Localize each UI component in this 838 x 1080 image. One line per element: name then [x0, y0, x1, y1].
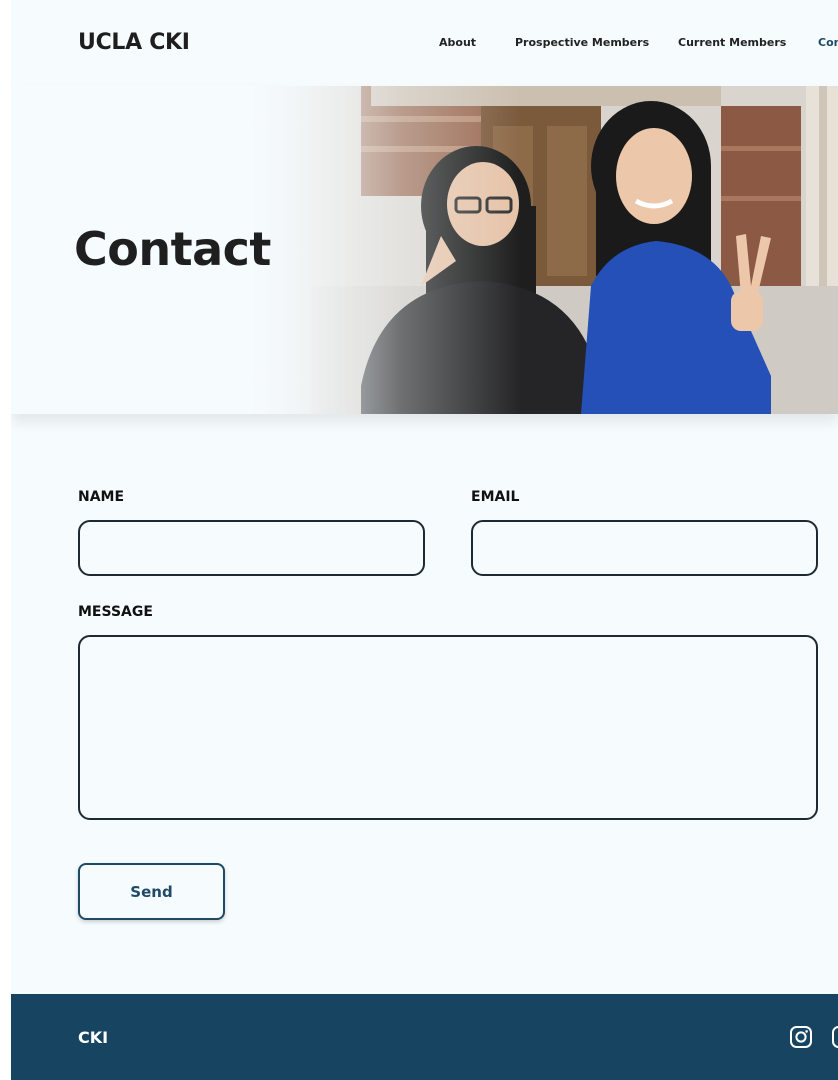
- hero-fade-overlay: [251, 86, 838, 414]
- nav-item-prospective-members[interactable]: Prospective Members: [515, 36, 649, 49]
- instagram-icon[interactable]: [789, 1025, 813, 1049]
- name-field[interactable]: [78, 520, 425, 576]
- nav-item-about[interactable]: About: [439, 36, 476, 49]
- nav-item-contact[interactable]: Contact: [818, 36, 838, 49]
- page-title: Contact: [74, 222, 271, 276]
- main-nav: About Prospective Members Current Member…: [11, 36, 838, 52]
- site-header: UCLA CKI About Prospective Members Curre…: [11, 0, 838, 86]
- message-label: MESSAGE: [78, 604, 153, 620]
- message-field[interactable]: [78, 635, 818, 820]
- hero-banner: Contact: [11, 86, 838, 414]
- nav-item-current-members[interactable]: Current Members: [678, 36, 786, 49]
- page: UCLA CKI About Prospective Members Curre…: [11, 0, 838, 1080]
- site-footer: CKI: [11, 994, 838, 1080]
- facebook-icon[interactable]: [831, 1025, 838, 1049]
- email-field[interactable]: [471, 520, 818, 576]
- footer-brand: CKI: [78, 1028, 109, 1047]
- send-button[interactable]: Send: [78, 863, 225, 920]
- name-label: NAME: [78, 489, 125, 505]
- email-label: EMAIL: [471, 489, 520, 505]
